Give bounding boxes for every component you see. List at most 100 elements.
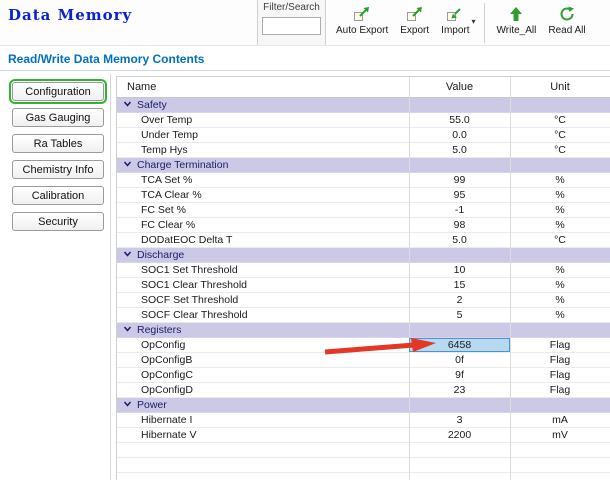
export-icon — [353, 5, 371, 22]
table-row[interactable]: Temp Hys 5.0 °C — [117, 143, 610, 158]
table-row[interactable]: SOCF Clear Threshold 5% — [117, 308, 610, 323]
param-value[interactable]: 10 — [409, 263, 510, 277]
sidebar-item-gas-gauging[interactable]: Gas Gauging — [12, 108, 104, 127]
table-row[interactable]: OpConfig 6458 Flag — [117, 338, 610, 353]
param-value[interactable]: 0.0 — [409, 128, 510, 142]
sidebar-item-calibration[interactable]: Calibration — [12, 186, 104, 205]
column-header-value[interactable]: Value — [409, 81, 510, 93]
table-row[interactable]: Hibernate V 2200 mV — [117, 428, 610, 443]
sidebar-item-ra-tables[interactable]: Ra Tables — [12, 134, 104, 153]
param-value[interactable]: -1 — [409, 203, 510, 217]
empty-row — [117, 458, 610, 473]
param-unit: mA — [552, 414, 568, 426]
param-unit: % — [555, 279, 565, 291]
import-button[interactable]: Import — [435, 3, 475, 38]
table-row[interactable]: OpConfigB 0f Flag — [117, 353, 610, 368]
export-label: Export — [400, 25, 430, 36]
param-value[interactable]: 9f — [409, 368, 510, 382]
read-all-label: Read All — [548, 25, 586, 36]
param-value[interactable]: 5.0 — [409, 143, 510, 157]
table-row[interactable]: Under Temp 0.0 °C — [117, 128, 610, 143]
param-value[interactable]: 3 — [409, 413, 510, 427]
app-title: Data Memory — [8, 6, 133, 24]
section-row-charge-termination[interactable]: Charge Termination — [117, 158, 610, 173]
param-unit: °C — [554, 129, 566, 141]
read-all-button[interactable]: Read All — [542, 3, 591, 38]
param-value[interactable]: 5 — [409, 308, 510, 322]
table-row[interactable]: Over Temp 55.0 °C — [117, 113, 610, 128]
param-unit: % — [555, 189, 565, 201]
param-name: SOC1 Clear Threshold — [141, 279, 248, 291]
table-row[interactable]: TCA Set % 99% — [117, 173, 610, 188]
param-unit: Flag — [549, 339, 571, 351]
param-name: FC Set % — [141, 204, 186, 216]
section-row-safety[interactable]: Safety — [117, 98, 610, 113]
auto-export-button[interactable]: Auto Export — [330, 3, 394, 38]
selected-value-cell[interactable]: 6458 — [409, 338, 510, 352]
import-label: Import — [441, 25, 470, 36]
filter-input[interactable] — [262, 17, 321, 35]
param-value[interactable]: 23 — [409, 383, 510, 397]
param-unit: % — [555, 219, 565, 231]
column-header-unit[interactable]: Unit — [510, 81, 610, 93]
section-name: Discharge — [117, 248, 409, 262]
section-label: Discharge — [137, 248, 185, 261]
toolbar-buttons: Auto Export Export Import ▾ Write_All Re… — [330, 3, 592, 43]
param-name: OpConfigB — [141, 354, 193, 366]
param-name: TCA Set % — [141, 174, 193, 186]
collapse-chevron-icon[interactable] — [123, 323, 132, 337]
section-name: Safety — [117, 98, 409, 112]
table-row[interactable]: SOCF Set Threshold 2% — [117, 293, 610, 308]
param-value[interactable]: 95 — [409, 188, 510, 202]
collapse-chevron-icon[interactable] — [123, 398, 132, 412]
table-row[interactable]: TCA Clear % 95% — [117, 188, 610, 203]
section-row-discharge[interactable]: Discharge — [117, 248, 610, 263]
table-row[interactable]: FC Set % -1% — [117, 203, 610, 218]
table-row[interactable]: Hibernate I 3 mA — [117, 413, 610, 428]
section-row-power[interactable]: Power — [117, 398, 610, 413]
param-value[interactable]: 98 — [409, 218, 510, 232]
param-name: FC Clear % — [141, 219, 196, 231]
collapse-chevron-icon[interactable] — [123, 98, 132, 112]
toolbar: Data Memory Filter/Search Auto Export Ex… — [0, 0, 610, 46]
export-button[interactable]: Export — [394, 3, 435, 38]
toolbar-separator — [483, 3, 485, 43]
param-unit: % — [555, 309, 565, 321]
param-unit: % — [555, 294, 565, 306]
collapse-chevron-icon[interactable] — [123, 158, 132, 172]
table-row[interactable]: SOC1 Clear Threshold 15% — [117, 278, 610, 293]
chevron-down-icon[interactable]: ▾ — [472, 17, 476, 26]
collapse-chevron-icon[interactable] — [123, 248, 132, 262]
param-name: Hibernate I — [141, 414, 193, 426]
table-row[interactable]: DODatEOC Delta T 5.0 °C — [117, 233, 610, 248]
param-unit: Flag — [549, 384, 571, 396]
table-body: Safety Over Temp 55.0 °C Under Temp 0.0 °C Temp… — [117, 98, 610, 473]
section-name: Charge Termination — [117, 158, 409, 172]
sidebar-item-chemistry-info[interactable]: Chemistry Info — [12, 160, 104, 179]
sidebar-item-security[interactable]: Security — [12, 212, 104, 231]
param-value[interactable]: 0f — [409, 353, 510, 367]
table-row[interactable]: FC Clear % 98% — [117, 218, 610, 233]
table-header: Name Value Unit — [117, 77, 610, 98]
table-row[interactable]: SOC1 Set Threshold 10% — [117, 263, 610, 278]
table-row[interactable]: OpConfigD 23 Flag — [117, 383, 610, 398]
data-memory-table: Name Value Unit Safety Over Temp 55.0 °C Und… — [116, 76, 610, 480]
param-value[interactable]: 99 — [409, 173, 510, 187]
param-value[interactable]: 2200 — [409, 428, 510, 442]
section-label: Registers — [137, 323, 182, 336]
heading-divider — [0, 70, 610, 71]
param-value[interactable]: 55.0 — [409, 113, 510, 127]
write-all-button[interactable]: Write_All — [491, 3, 543, 38]
section-row-registers[interactable]: Registers — [117, 323, 610, 338]
export-icon — [406, 5, 424, 22]
column-header-name[interactable]: Name — [117, 81, 409, 93]
table-row[interactable]: OpConfigC 9f Flag — [117, 368, 610, 383]
sidebar: Configuration Gas Gauging Ra Tables Chemist… — [9, 79, 107, 231]
param-name: DODatEOC Delta T — [141, 234, 233, 246]
sidebar-item-configuration[interactable]: Configuration — [9, 79, 107, 104]
param-value[interactable]: 2 — [409, 293, 510, 307]
param-value[interactable]: 15 — [409, 278, 510, 292]
param-name: Hibernate V — [141, 429, 197, 441]
param-name: Over Temp — [141, 114, 193, 126]
param-value[interactable]: 5.0 — [409, 233, 510, 247]
